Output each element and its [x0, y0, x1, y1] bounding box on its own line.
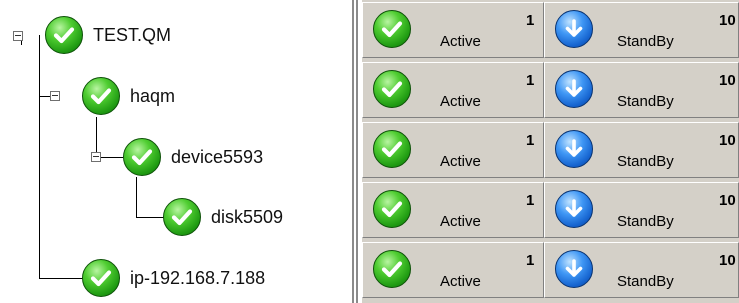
standby-label: StandBy [617, 93, 674, 110]
status-row: Active 1 StandBy 10 [362, 242, 739, 300]
tree-connector [39, 35, 40, 279]
standby-label: StandBy [617, 213, 674, 230]
collapse-toggle[interactable] [13, 31, 23, 41]
splitter-line [356, 0, 358, 303]
standby-label: StandBy [617, 33, 674, 50]
tree-node-device5593[interactable]: device5593 [123, 138, 263, 176]
active-count: 1 [526, 132, 535, 149]
standby-count: 10 [719, 132, 736, 149]
standby-count: 10 [719, 12, 736, 29]
status-row: Active 1 StandBy 10 [362, 122, 739, 180]
standby-label: StandBy [617, 273, 674, 290]
active-cell[interactable]: Active 1 [362, 62, 544, 118]
panel-splitter[interactable] [346, 0, 362, 303]
status-row: Active 1 StandBy 10 [362, 182, 739, 240]
tree-node-test-qm[interactable]: TEST.QM [45, 16, 171, 54]
down-arrow-icon [555, 70, 593, 108]
status-grid: Active 1 StandBy 10 Active 1 StandBy 10 [362, 0, 739, 303]
tree-connector [136, 217, 164, 218]
check-icon [373, 250, 411, 288]
standby-count: 10 [719, 252, 736, 269]
active-label: Active [440, 213, 481, 230]
standby-count: 10 [719, 192, 736, 209]
check-icon [373, 70, 411, 108]
active-count: 1 [526, 192, 535, 209]
active-count: 1 [526, 72, 535, 89]
active-label: Active [440, 153, 481, 170]
tree-node-label: ip-192.168.7.188 [130, 267, 266, 288]
active-count: 1 [526, 12, 535, 29]
standby-cell[interactable]: StandBy 10 [544, 2, 739, 58]
down-arrow-icon [555, 190, 593, 228]
splitter-line [352, 0, 354, 303]
tree-node-ip-192-168-7-188[interactable]: ip-192.168.7.188 [82, 259, 265, 297]
tree-node-label: haqm [130, 85, 176, 106]
active-cell[interactable]: Active 1 [362, 182, 544, 238]
tree-connector [39, 278, 83, 279]
check-icon [123, 138, 161, 176]
down-arrow-icon [555, 10, 593, 48]
active-label: Active [440, 93, 481, 110]
tree-node-label: device5593 [171, 146, 264, 167]
standby-cell[interactable]: StandBy 10 [544, 122, 739, 178]
standby-count: 10 [719, 72, 736, 89]
active-cell[interactable]: Active 1 [362, 2, 544, 58]
status-row: Active 1 StandBy 10 [362, 62, 739, 120]
tree-node-haqm[interactable]: haqm [82, 77, 175, 115]
active-label: Active [440, 273, 481, 290]
standby-label: StandBy [617, 153, 674, 170]
active-cell[interactable]: Active 1 [362, 122, 544, 178]
check-icon [82, 77, 120, 115]
check-icon [45, 16, 83, 54]
resource-tree: TEST.QM haqm device5593 disk5509 ip-192.… [0, 0, 346, 303]
check-icon [373, 130, 411, 168]
tree-node-disk5509[interactable]: disk5509 [163, 198, 283, 236]
check-icon [373, 10, 411, 48]
check-icon [163, 198, 201, 236]
tree-node-label: TEST.QM [93, 24, 172, 45]
tree-connector [136, 177, 137, 218]
status-row: Active 1 StandBy 10 [362, 2, 739, 60]
active-cell[interactable]: Active 1 [362, 242, 544, 298]
down-arrow-icon [555, 130, 593, 168]
collapse-toggle[interactable] [50, 91, 60, 101]
tree-node-label: disk5509 [211, 206, 284, 227]
down-arrow-icon [555, 250, 593, 288]
check-icon [82, 259, 120, 297]
standby-cell[interactable]: StandBy 10 [544, 182, 739, 238]
collapse-toggle[interactable] [91, 152, 101, 162]
check-icon [373, 190, 411, 228]
standby-cell[interactable]: StandBy 10 [544, 62, 739, 118]
active-count: 1 [526, 252, 535, 269]
active-label: Active [440, 33, 481, 50]
tree-connector [101, 157, 123, 158]
standby-cell[interactable]: StandBy 10 [544, 242, 739, 298]
